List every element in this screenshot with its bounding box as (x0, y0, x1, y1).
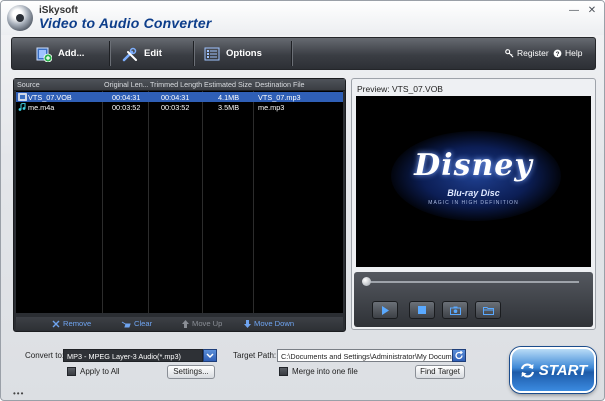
column-divider (253, 91, 254, 313)
status-dots: ••• (13, 389, 25, 398)
add-file-icon (36, 47, 52, 62)
play-button[interactable] (372, 301, 398, 319)
merge-checkbox[interactable] (279, 367, 288, 376)
minimize-button[interactable]: — (567, 5, 581, 17)
edit-button-label: Edit (144, 48, 162, 59)
table-row[interactable]: me.m4a 00:03:52 00:03:52 3.5MB me.mp3 (16, 102, 343, 112)
source-cell: me.m4a (28, 103, 55, 112)
remove-button[interactable]: Remove (52, 319, 91, 328)
convert-to-label: Convert to: (25, 351, 65, 360)
product-title: Video to Audio Converter (39, 15, 212, 31)
seek-bar[interactable] (364, 281, 579, 283)
column-divider (148, 91, 149, 313)
apply-to-all-checkbox[interactable] (67, 367, 76, 376)
file-list-header: Source Original Len... Trimmed Length Es… (14, 79, 345, 91)
snapshot-button[interactable] (442, 301, 468, 319)
move-down-button[interactable]: Move Down (244, 319, 294, 328)
options-list-icon (204, 47, 220, 60)
clear-label: Clear (134, 319, 153, 328)
chevron-down-icon (206, 353, 214, 359)
arrow-up-icon (182, 319, 189, 328)
options-button[interactable]: Options (194, 38, 290, 69)
stop-button[interactable] (409, 301, 435, 319)
svg-text:?: ? (556, 51, 560, 58)
file-list-panel: Source Original Len... Trimmed Length Es… (13, 78, 346, 332)
column-divider (202, 91, 203, 313)
seek-handle[interactable] (362, 277, 371, 286)
start-button[interactable]: START (510, 347, 596, 393)
column-original-length[interactable]: Original Len... (104, 80, 148, 89)
estimated-size-cell: 3.5MB (218, 103, 240, 112)
key-icon (505, 48, 514, 57)
target-path-label: Target Path: (233, 351, 277, 360)
original-length-cell: 00:04:31 (112, 93, 141, 102)
disney-logo: Disney (414, 148, 533, 183)
video-file-icon (18, 93, 27, 101)
file-list[interactable]: VTS_07.VOB 00:04:31 00:04:31 4.1MB VTS_0… (16, 91, 343, 313)
destination-cell: me.mp3 (258, 103, 285, 112)
arrow-down-icon (244, 319, 251, 328)
column-source[interactable]: Source (17, 80, 103, 89)
folder-icon (482, 306, 494, 315)
close-button[interactable]: ✕ (585, 5, 599, 17)
convert-arrows-icon (520, 362, 534, 378)
app-window: iSkysoft Video to Audio Converter — ✕ Ad… (0, 0, 605, 401)
clear-button[interactable]: Clear (121, 319, 152, 328)
tagline-text: MAGIC IN HIGH DEFINITION (428, 200, 519, 206)
remove-label: Remove (63, 319, 92, 328)
column-trimmed-length[interactable]: Trimmed Length (150, 80, 202, 89)
preview-title: Preview: VTS_07.VOB (357, 84, 443, 94)
bluray-logo: Blu-ray Disc (447, 188, 500, 198)
file-list-actions: Remove Clear Move Up Move Down (16, 317, 343, 330)
playback-controls (354, 272, 593, 327)
remove-icon (52, 320, 60, 327)
help-label: Help (565, 48, 583, 58)
estimated-size-cell: 4.1MB (218, 93, 240, 102)
broom-icon (121, 321, 131, 327)
add-button-label: Add... (58, 48, 85, 59)
preview-screen: Disney Blu-ray Disc MAGIC IN HIGH DEFINI… (356, 96, 591, 267)
trimmed-length-cell: 00:04:31 (161, 93, 190, 102)
destination-cell: VTS_07.mp3 (258, 93, 301, 102)
app-logo-icon (7, 5, 33, 31)
table-row[interactable]: VTS_07.VOB 00:04:31 00:04:31 4.1MB VTS_0… (16, 92, 343, 102)
open-folder-button[interactable] (475, 301, 501, 319)
start-label: START (538, 361, 588, 379)
column-destination-file[interactable]: Destination File (255, 80, 343, 89)
apply-to-all-label: Apply to All (80, 367, 120, 376)
options-button-label: Options (226, 48, 262, 59)
move-up-button[interactable]: Move Up (182, 319, 222, 328)
main-toolbar: Add... Edit Options Register ? Help (11, 37, 596, 70)
edit-button[interactable]: Edit (110, 38, 192, 69)
trimmed-length-cell: 00:03:52 (161, 103, 190, 112)
original-length-cell: 00:03:52 (112, 103, 141, 112)
toolbar-divider (291, 41, 292, 66)
find-target-button[interactable]: Find Target (415, 365, 465, 379)
merge-label: Merge into one file (292, 367, 358, 376)
move-up-label: Move Up (192, 319, 223, 328)
source-cell: VTS_07.VOB (28, 93, 72, 102)
column-divider (102, 91, 103, 313)
settings-button[interactable]: Settings... (167, 365, 215, 379)
music-note-icon (18, 103, 26, 111)
register-link[interactable]: Register (505, 48, 549, 58)
stop-icon (418, 306, 426, 314)
help-icon: ? (553, 49, 562, 58)
help-link[interactable]: ? Help (553, 48, 582, 58)
register-label: Register (517, 48, 549, 58)
add-button[interactable]: Add... (12, 38, 108, 69)
column-estimated-size[interactable]: Estimated Size (204, 80, 254, 89)
title-bar: iSkysoft Video to Audio Converter — ✕ (1, 1, 604, 35)
browse-folder-button[interactable] (452, 349, 466, 362)
format-select[interactable]: MP3 - MPEG Layer-3 Audio(*.mp3) (63, 349, 203, 362)
tools-icon (122, 47, 137, 61)
target-path-input[interactable]: C:\Documents and Settings\Administrator\… (277, 349, 453, 362)
play-icon (381, 305, 389, 315)
format-dropdown-button[interactable] (203, 349, 217, 362)
output-settings: Convert to: MP3 - MPEG Layer-3 Audio(*.m… (11, 342, 501, 382)
move-down-label: Move Down (254, 319, 295, 328)
camera-icon (449, 306, 461, 315)
refresh-icon (455, 350, 463, 360)
preview-panel: Preview: VTS_07.VOB Disney Blu-ray Disc … (351, 78, 596, 330)
